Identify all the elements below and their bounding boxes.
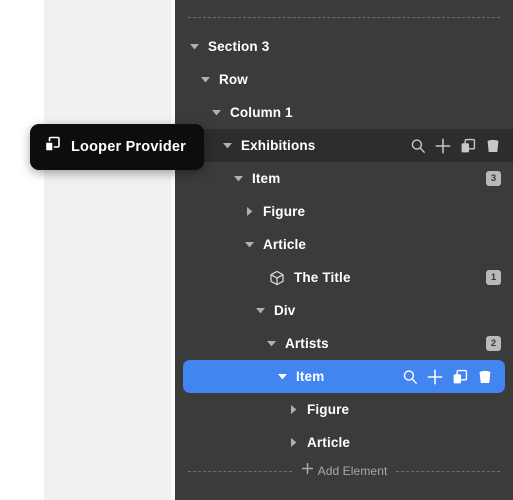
cube-icon <box>268 269 286 287</box>
chevron-down-icon[interactable] <box>186 39 202 55</box>
tree-row[interactable]: The Title 1 <box>175 261 513 294</box>
canvas-page-area <box>44 0 175 500</box>
trash-icon[interactable] <box>485 138 501 154</box>
tree-row-label: The Title <box>294 270 351 285</box>
chevron-down-icon[interactable] <box>197 72 213 88</box>
looper-provider-tooltip: Looper Provider <box>30 124 204 170</box>
tree-row[interactable]: Exhibitions <box>183 129 513 162</box>
element-tree: Section 3 Row Column 1 Exhibitions Item 3 Figu… <box>175 30 513 459</box>
add-element-dash-left <box>188 470 292 472</box>
tree-row[interactable]: Article <box>175 426 513 459</box>
duplicate-icon[interactable] <box>452 369 468 385</box>
row-action-group <box>410 138 501 154</box>
tree-row-label: Article <box>307 435 351 450</box>
child-count-badge: 2 <box>486 336 501 351</box>
tree-row-label: Artists <box>285 336 329 351</box>
child-count-badge: 1 <box>486 270 501 285</box>
add-element-button[interactable]: Add Element <box>292 462 397 480</box>
tree-row[interactable]: Item 3 <box>175 162 513 195</box>
tree-row[interactable]: Item <box>183 360 505 393</box>
search-icon[interactable] <box>402 369 418 385</box>
tree-row-label: Figure <box>263 204 306 219</box>
tree-row-label: Section 3 <box>208 39 270 54</box>
duplicate-layers-icon <box>44 136 61 158</box>
tree-row[interactable]: Div <box>175 294 513 327</box>
panel-top-divider <box>188 17 500 18</box>
trash-icon[interactable] <box>477 369 493 385</box>
tree-row-label: Column 1 <box>230 105 293 120</box>
plus-icon[interactable] <box>427 369 443 385</box>
tree-row[interactable]: Article <box>175 228 513 261</box>
chevron-down-icon[interactable] <box>219 138 235 154</box>
tree-row-label: Article <box>263 237 307 252</box>
child-count-badge: 3 <box>486 171 501 186</box>
chevron-down-icon[interactable] <box>241 237 257 253</box>
chevron-down-icon[interactable] <box>274 369 290 385</box>
add-element-label: Add Element <box>317 464 388 478</box>
tree-row-label: Item <box>252 171 281 186</box>
plus-icon <box>301 462 314 480</box>
search-icon[interactable] <box>410 138 426 154</box>
tree-row[interactable]: Section 3 <box>175 30 513 63</box>
chevron-down-icon[interactable] <box>208 105 224 121</box>
chevron-right-icon[interactable] <box>241 204 257 220</box>
plus-icon[interactable] <box>435 138 451 154</box>
chevron-down-icon[interactable] <box>263 336 279 352</box>
chevron-down-icon[interactable] <box>252 303 268 319</box>
tooltip-label: Looper Provider <box>71 139 186 155</box>
chevron-right-icon[interactable] <box>285 435 301 451</box>
row-action-group <box>402 369 493 385</box>
chevron-right-icon[interactable] <box>285 402 301 418</box>
add-element-bar[interactable]: Add Element <box>175 462 513 480</box>
chevron-down-icon[interactable] <box>230 171 246 187</box>
duplicate-icon[interactable] <box>460 138 476 154</box>
tree-row-label: Exhibitions <box>241 138 316 153</box>
tree-row-label: Div <box>274 303 296 318</box>
add-element-dash-right <box>396 470 500 472</box>
tree-row-label: Row <box>219 72 248 87</box>
tree-row[interactable]: Artists 2 <box>175 327 513 360</box>
tree-row[interactable]: Figure <box>175 195 513 228</box>
tree-row[interactable]: Column 1 <box>175 96 513 129</box>
tree-row-label: Figure <box>307 402 350 417</box>
tree-row[interactable]: Figure <box>175 393 513 426</box>
tree-row-label: Item <box>296 369 325 384</box>
tree-row[interactable]: Row <box>175 63 513 96</box>
navigator-panel: Section 3 Row Column 1 Exhibitions Item 3 Figu… <box>175 0 513 500</box>
